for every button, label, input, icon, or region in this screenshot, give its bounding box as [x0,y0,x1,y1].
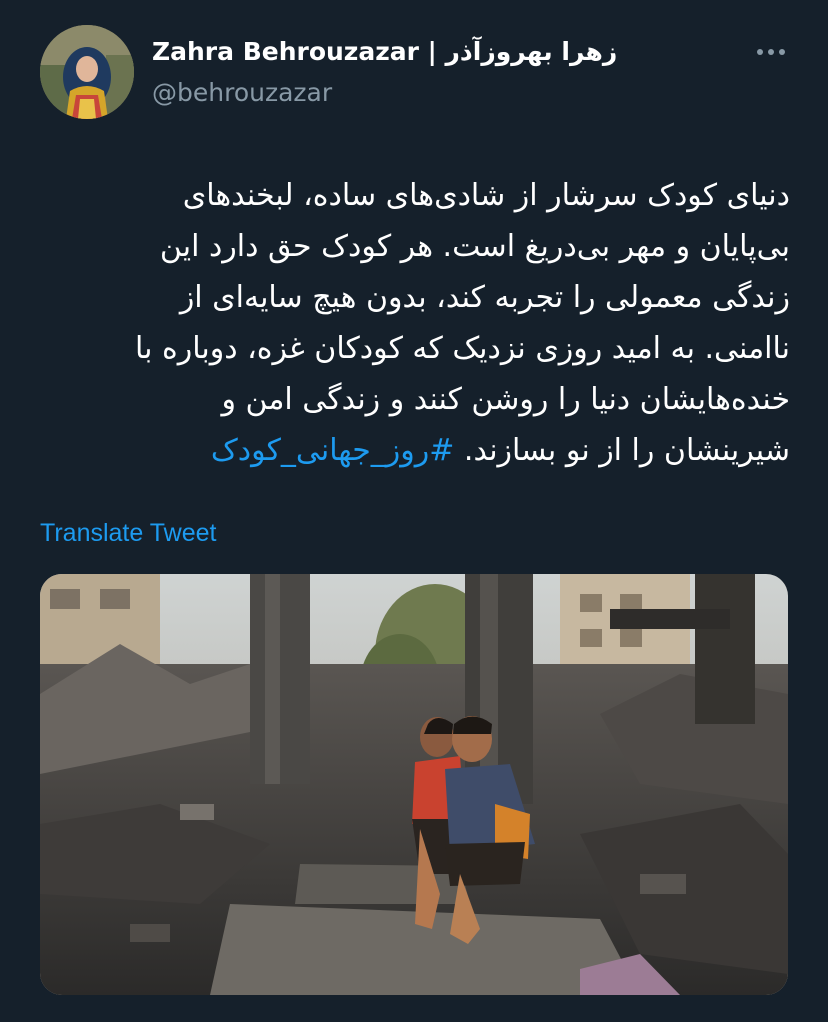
author-display-name[interactable]: Zahra Behrouzazar | زهرا بهروزآذر [152,34,617,70]
tweet-line: خنده‌هایشان دنیا را روشن کنند و زندگی ام… [221,382,791,417]
author-avatar[interactable] [40,25,134,119]
author-handle[interactable]: @behrouzazar [152,74,617,112]
hashtag-link[interactable]: #روز_جهانی_کودک [211,433,454,468]
author-info: Zahra Behrouzazar | زهرا بهروزآذر @behro… [152,34,617,112]
tweet-line-text: شیرینشان را از نو بسازند. [463,433,790,468]
tweet-line: دنیای کودک سرشار از شادی‌های ساده، لبخند… [182,178,790,213]
tweet-line: ناامنی. به امید روزی نزدیک که کودکان غزه… [135,331,790,366]
more-horizontal-icon[interactable] [754,42,788,62]
tweet-photo[interactable] [40,574,788,995]
translate-tweet-link[interactable]: Translate Tweet [40,515,216,551]
tweet-text: دنیای کودک سرشار از شادی‌های ساده، لبخند… [40,170,790,476]
tweet-line: زندگی معمولی را تجربه کند، بدون هیچ سایه… [179,280,790,315]
avatar-image [40,25,134,119]
tweet-line-last: شیرینشان را از نو بسازند. #روز_جهانی_کود… [40,425,790,476]
photo-image [40,574,788,995]
tweet-line: بی‌پایان و مهر بی‌دریغ است. هر کودک حق د… [159,229,790,264]
tweet: Zahra Behrouzazar | زهرا بهروزآذر @behro… [0,0,828,1022]
